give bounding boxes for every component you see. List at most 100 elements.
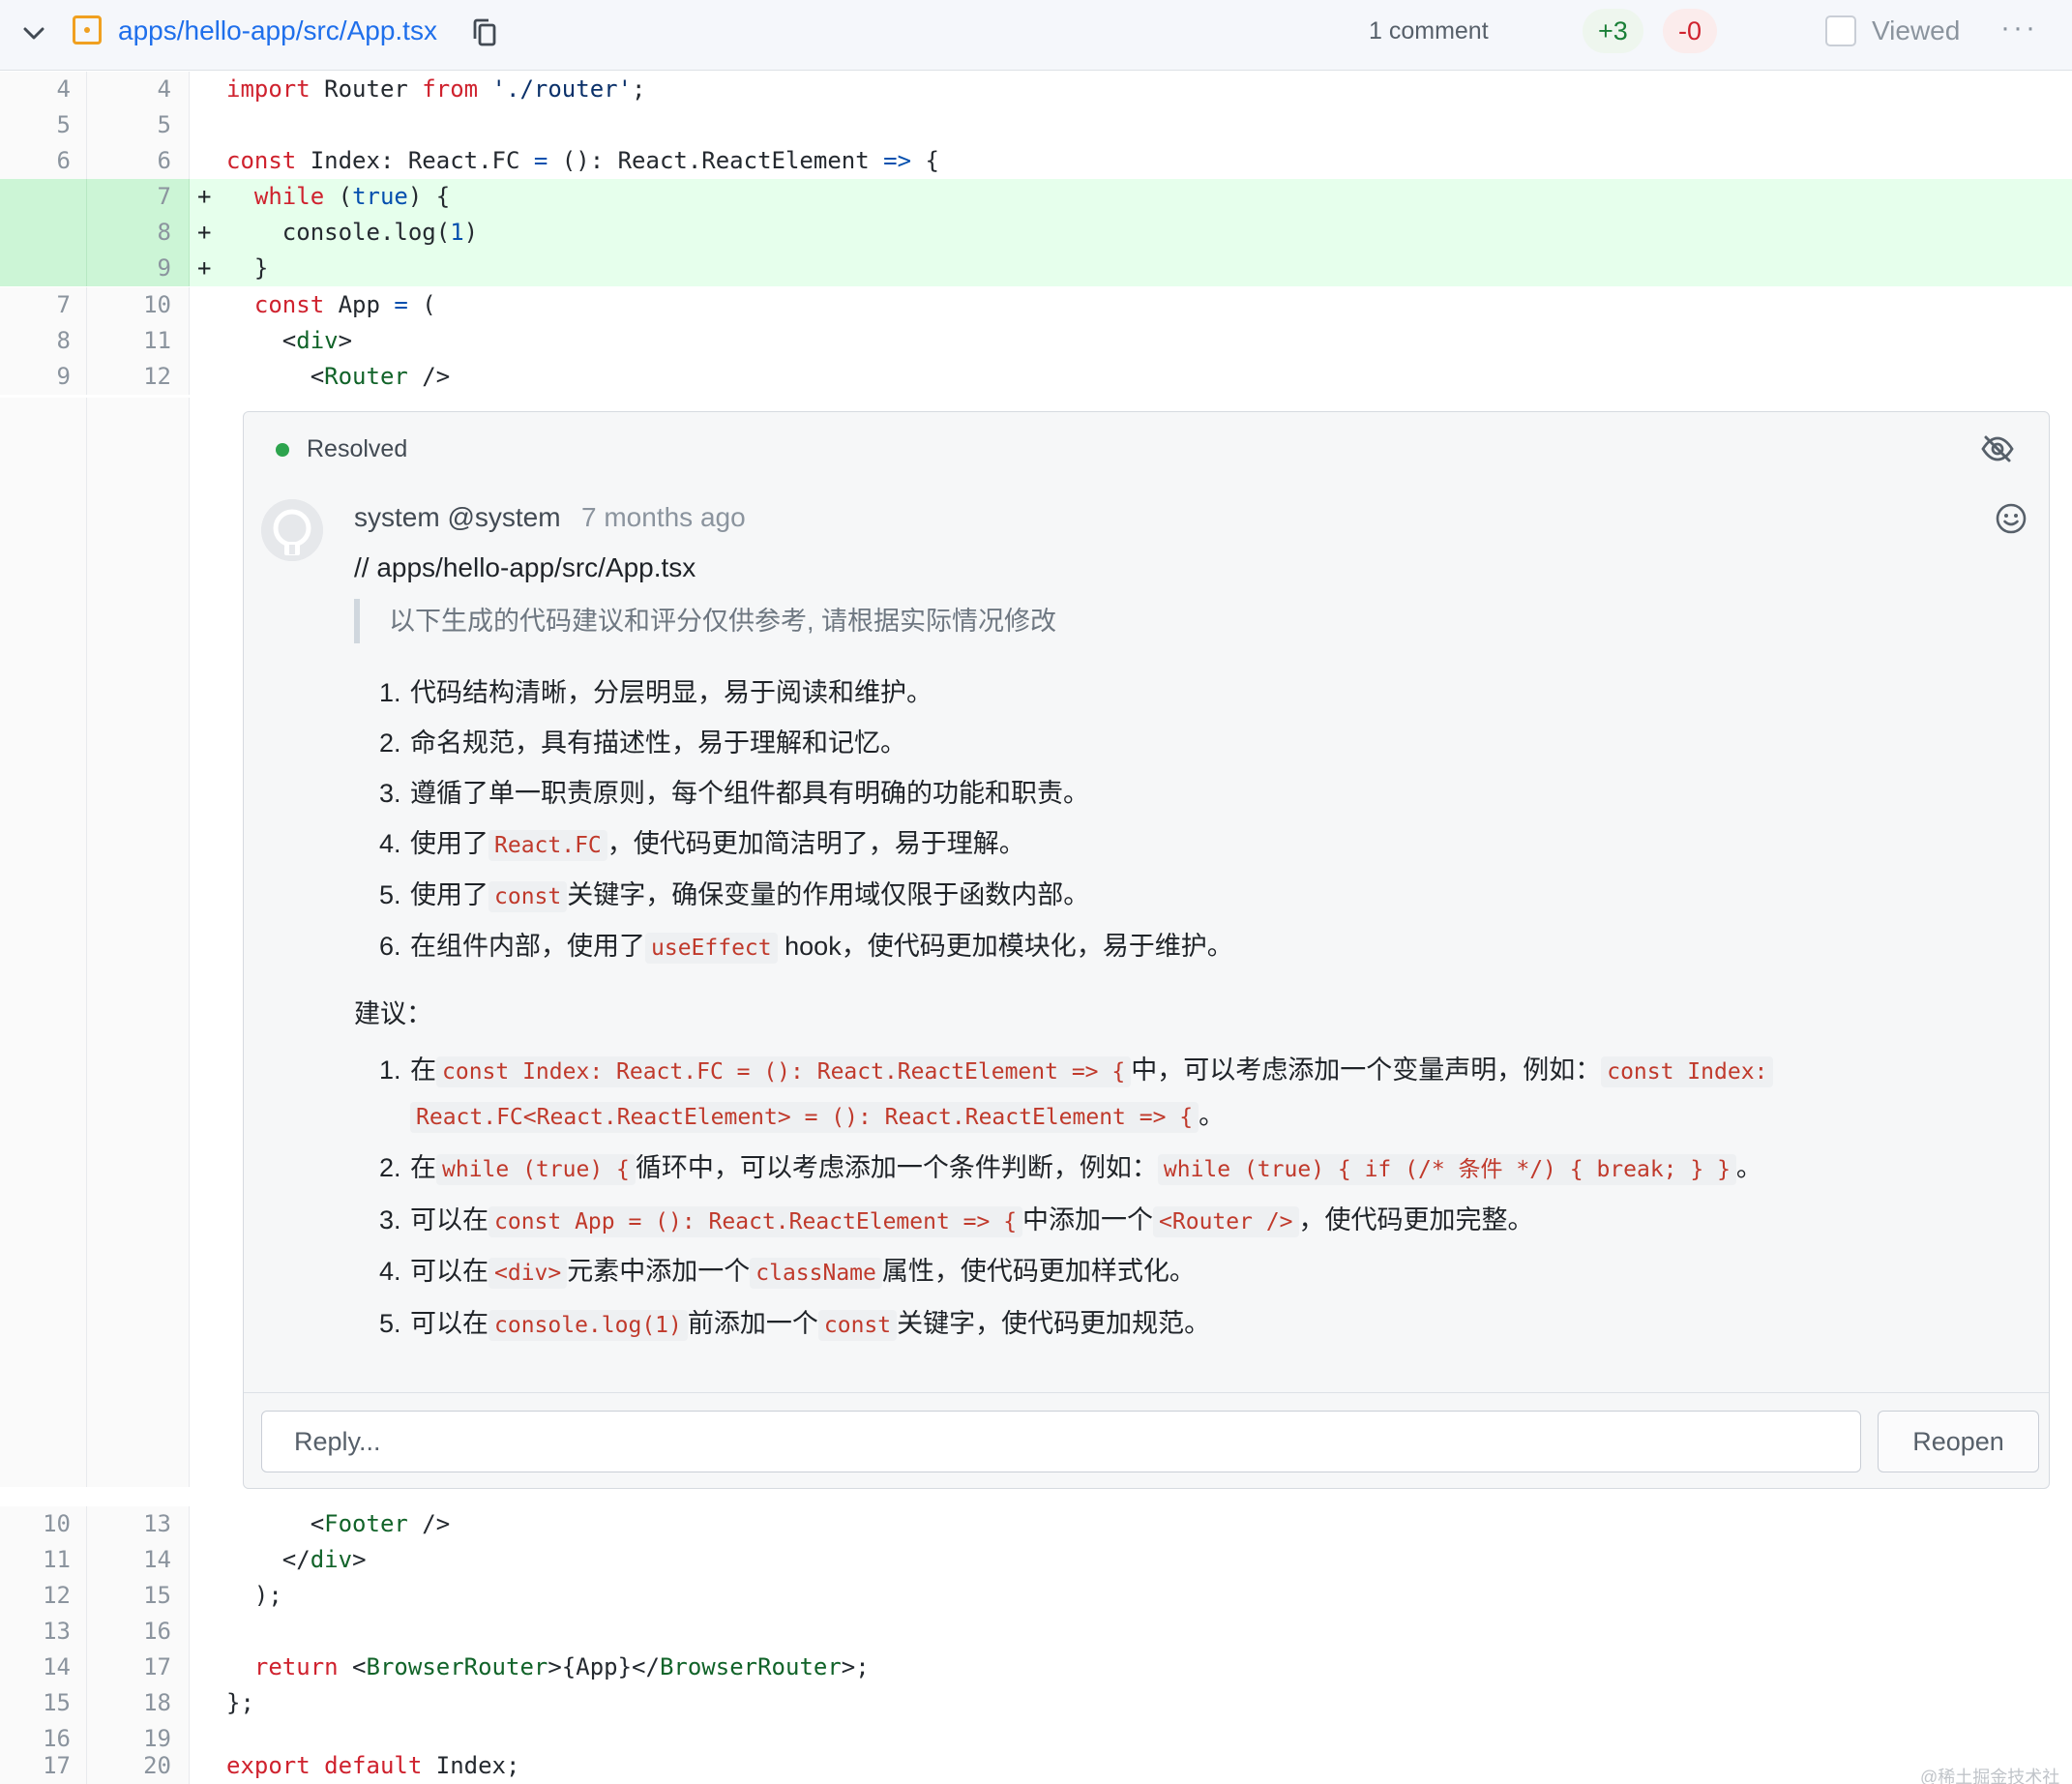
code-text: console.log(1)	[226, 219, 479, 246]
add-marker: +	[197, 219, 212, 246]
list-item: 5. 可以在 console.log(1) 前添加一个 const 关键字，使代码更加规范…	[379, 1304, 1210, 1345]
diff-line: 10 13 <Footer />	[0, 1506, 2072, 1542]
code-text: <div>	[226, 327, 353, 354]
new-line-number[interactable]: 5	[87, 107, 190, 143]
list-item: 1. 在 const Index: React.FC = (): React.Rea…	[379, 1051, 1774, 1091]
comment-time[interactable]: 7 months ago	[581, 499, 746, 536]
old-line-number[interactable]: 11	[0, 1542, 87, 1578]
diff-line: 14 17 return <BrowserRouter>{App}</Brows…	[0, 1650, 2072, 1685]
new-line-number[interactable]: 6	[87, 143, 190, 179]
resolved-label: Resolved	[307, 435, 408, 462]
diff-line: 17 20 export default Index;	[0, 1748, 2072, 1784]
diff-line: 13 16	[0, 1614, 2072, 1650]
list-item: 1. 代码结构清晰，分层明显，易于阅读和维护。	[379, 678, 932, 707]
old-line-number[interactable]: 9	[0, 359, 87, 395]
old-line-number[interactable]: 14	[0, 1650, 87, 1685]
old-line-number[interactable]: 15	[0, 1685, 87, 1721]
diff-line: 7 10 const App = (	[0, 287, 2072, 323]
old-line-number[interactable]	[0, 251, 87, 286]
list-item: 3. 可以在 const App = (): React.ReactElement …	[379, 1201, 1534, 1241]
new-line-number[interactable]: 4	[87, 72, 190, 107]
diff-line: 6 6 const Index: React.FC = (): React.Re…	[0, 143, 2072, 179]
emoji-reaction-icon[interactable]	[1995, 502, 2028, 535]
gutter-new	[87, 398, 190, 1487]
code-text: return <BrowserRouter>{App}</BrowserRout…	[253, 1653, 870, 1680]
diff-line-added: 8 + console.log(1)	[0, 215, 2072, 251]
old-line-number[interactable]: 5	[0, 107, 87, 143]
old-line-number[interactable]: 12	[0, 1578, 87, 1614]
new-line-number[interactable]: 14	[87, 1542, 190, 1578]
list-item: 4. 可以在 <div> 元素中添加一个 className 属性，使代码更加样式化。	[379, 1252, 1196, 1293]
old-line-number[interactable]: 10	[0, 1506, 87, 1542]
chevron-down-icon[interactable]	[19, 19, 48, 48]
list-item: 3. 遵循了单一职责原则，每个组件都具有明确的功能和职责。	[379, 779, 1089, 808]
file-modified-icon	[73, 15, 102, 45]
new-line-number[interactable]: 7	[87, 179, 190, 215]
list-item-continued: React.FC<React.ReactElement> = (): React…	[379, 1096, 1225, 1137]
code-text: while (true) {	[253, 183, 451, 210]
code-text: );	[226, 1582, 282, 1609]
resolved-status-dot	[276, 443, 289, 457]
new-line-number[interactable]: 9	[87, 251, 190, 286]
comment-count[interactable]: 1 comment	[1369, 15, 1489, 46]
old-line-number[interactable]: 4	[0, 72, 87, 107]
diff-line: 12 15 );	[0, 1578, 2072, 1614]
list-item: 2. 在 while (true) {循环中，可以考虑添加一个条件判断，例如： whi…	[379, 1148, 1762, 1189]
eye-off-icon[interactable]	[1980, 431, 2015, 466]
code-text: export default Index;	[226, 1752, 520, 1779]
additions-badge: +3	[1583, 9, 1643, 53]
new-line-number[interactable]: 8	[87, 215, 190, 251]
reply-input[interactable]: Reply...	[261, 1411, 1861, 1472]
old-line-number[interactable]: 13	[0, 1614, 87, 1650]
code-text: const App = (	[253, 291, 436, 318]
code-text: };	[226, 1689, 254, 1716]
deletions-badge: -0	[1663, 9, 1718, 53]
old-line-number[interactable]: 6	[0, 143, 87, 179]
diff-line: 8 11 <div>	[0, 323, 2072, 359]
diff-line: 4 4 import Router from './router';	[0, 72, 2072, 107]
diff-line: 9 12 <Router />	[0, 359, 2072, 395]
file-path-link[interactable]: apps/hello-app/src/App.tsx	[118, 14, 437, 48]
code-text: }	[226, 254, 269, 282]
old-line-number[interactable]	[0, 215, 87, 251]
list-item: 4. 使用了 React.FC ，使代码更加简洁明了，易于理解。	[379, 824, 1025, 865]
suggestions-heading: 建议：	[354, 999, 432, 1028]
old-line-number[interactable]	[0, 179, 87, 215]
avatar[interactable]	[261, 499, 323, 561]
copy-icon[interactable]	[471, 17, 498, 48]
code-text: <Footer />	[226, 1510, 451, 1537]
diff-line: 15 18 };	[0, 1685, 2072, 1721]
new-line-number[interactable]: 15	[87, 1578, 190, 1614]
add-marker: +	[197, 254, 212, 282]
old-line-number[interactable]: 17	[0, 1748, 87, 1784]
new-line-number[interactable]: 12	[87, 359, 190, 395]
add-marker: +	[197, 183, 212, 210]
new-line-number[interactable]: 20	[87, 1748, 190, 1784]
diff-line: 5 5	[0, 107, 2072, 143]
review-comment-thread: Resolved system @system 7 months ago // …	[243, 411, 2050, 1489]
file-header: apps/hello-app/src/App.tsx 1 comment +3 …	[0, 0, 2072, 71]
new-line-number[interactable]: 16	[87, 1614, 190, 1650]
new-line-number[interactable]: 11	[87, 323, 190, 359]
new-line-number[interactable]: 17	[87, 1650, 190, 1685]
new-line-number[interactable]: 13	[87, 1506, 190, 1542]
new-line-number[interactable]: 10	[87, 287, 190, 323]
viewed-label[interactable]: Viewed	[1872, 14, 1960, 48]
code-text: import Router from './router';	[226, 75, 646, 103]
list-item: 2. 命名规范，具有描述性，易于理解和记忆。	[379, 728, 906, 758]
new-line-number[interactable]: 18	[87, 1685, 190, 1721]
old-line-number[interactable]: 7	[0, 287, 87, 323]
viewed-checkbox[interactable]	[1825, 15, 1856, 46]
more-options-icon[interactable]: ···	[2000, 12, 2038, 45]
comment-author[interactable]: system @system	[354, 499, 561, 536]
old-line-number[interactable]: 8	[0, 323, 87, 359]
comment-blockquote: 以下生成的代码建议和评分仅供参考, 请根据实际情况修改	[354, 599, 1056, 643]
diff-line-added: 9 + }	[0, 251, 2072, 286]
list-item: 5. 使用了 const 关键字，确保变量的作用域仅限于函数内部。	[379, 876, 1089, 916]
reopen-button[interactable]: Reopen	[1878, 1411, 2039, 1472]
code-text: const Index: React.FC = (): React.ReactE…	[226, 147, 939, 174]
divider	[244, 1392, 2049, 1393]
list-item: 6. 在组件内部，使用了 useEffect hook，使代码更加模块化，易于维护。	[379, 927, 1233, 967]
gutter-old	[0, 398, 87, 1487]
code-text: <Router />	[226, 363, 451, 390]
